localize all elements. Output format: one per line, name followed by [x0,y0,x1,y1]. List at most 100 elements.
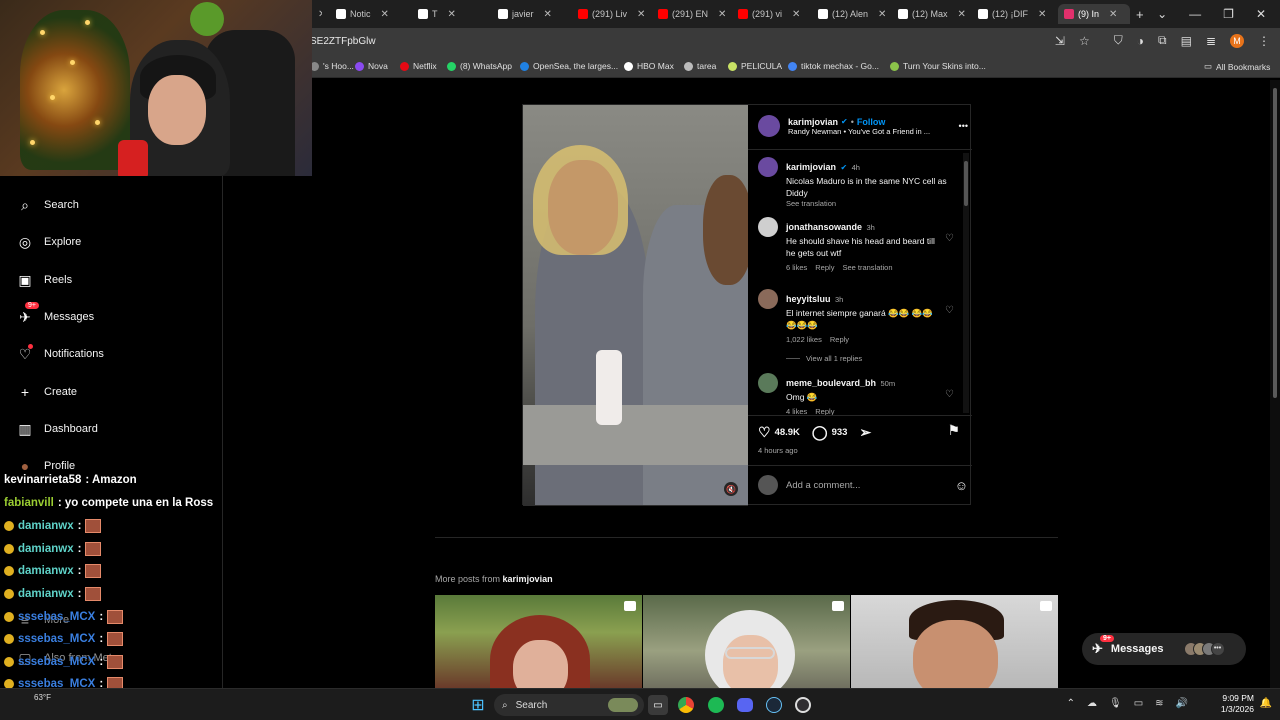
see-translation-link[interactable]: See translation [842,263,892,272]
sidebar-item-explore[interactable]: ◎ Explore [16,233,81,251]
restore-icon[interactable]: ❐ [1223,7,1234,21]
media-icon[interactable]: ≣ [1206,34,1216,48]
tab-close-icon[interactable]: ✕ [448,9,456,20]
commenter-username[interactable]: heyyitsluu [786,294,831,304]
comment-like-icon[interactable]: ♡ [945,305,954,316]
page-scrollbar[interactable] [1270,80,1280,688]
post-video[interactable]: 🔇 [523,105,748,506]
bookmark-item[interactable]: HBO Max [624,61,674,71]
bookmark-item[interactable]: (8) WhatsApp [447,61,512,71]
follow-button[interactable]: Follow [857,117,886,127]
comment-likes[interactable]: 6 likes [786,263,807,272]
comment-icon[interactable]: ◯ [812,424,828,441]
new-tab-button[interactable]: + [1136,4,1144,24]
tab-close-icon[interactable]: ✕ [718,9,726,20]
install-icon[interactable]: ⇲ [1055,34,1065,48]
like-count[interactable]: 48.9K [775,427,800,438]
kebab-menu-icon[interactable]: ⋮ [1258,34,1270,48]
audio-track[interactable]: Randy Newman • You've Got a Friend in ..… [788,127,951,136]
tab-close-icon[interactable]: ✕ [958,9,966,20]
obs-icon[interactable] [793,695,813,715]
tab-close-icon[interactable]: ✕ [312,4,322,24]
sidebar-item-reels[interactable]: ▣ Reels [16,271,72,289]
tab-close-icon[interactable]: ✕ [1109,9,1117,20]
more-posts-username[interactable]: karimjovian [503,574,553,584]
tab-close-icon[interactable]: ✕ [544,9,552,20]
caption-username[interactable]: karimjovian [786,162,836,172]
browser-tab[interactable]: (291) vi ✕ [738,4,810,24]
sidebar-item-messages[interactable]: ✈ 9+ Messages [16,302,94,326]
star-icon[interactable]: ☆ [1079,34,1090,48]
reply-link[interactable]: Reply [815,263,834,272]
sidepanel-icon[interactable]: ▤ [1181,34,1192,48]
extension-icon[interactable]: ◑ [1137,34,1144,48]
browser-tab[interactable]: (291) EN ✕ [658,4,730,24]
chevron-down-icon[interactable]: ⌄ [1157,7,1167,21]
taskbar-search[interactable]: ⌕ Search [494,694,644,716]
mute-icon[interactable]: 🔇 [724,482,738,496]
more-options-icon[interactable]: ••• [959,121,968,131]
wifi-icon[interactable]: ≋ [1155,698,1163,709]
author-avatar[interactable] [758,115,780,137]
profile-avatar[interactable]: M [1230,33,1244,48]
comments-scrollbar[interactable] [963,153,969,413]
commenter-avatar[interactable] [758,217,778,237]
minimize-icon[interactable]: — [1189,7,1201,21]
browser-tab[interactable]: (12) Alen ✕ [818,4,890,24]
steam-icon[interactable] [764,695,784,715]
like-icon[interactable]: ♡ [758,424,771,441]
view-replies-link[interactable]: View all 1 replies [806,354,862,363]
browser-tab[interactable]: (12) Max ✕ [898,4,970,24]
caption-avatar[interactable] [758,157,778,177]
bookmark-item[interactable]: PELICULA [728,61,782,71]
commenter-avatar[interactable] [758,289,778,309]
all-bookmarks[interactable]: ▭ All Bookmarks [1204,61,1270,72]
display-icon[interactable]: ▭ [1134,698,1143,709]
reply-link[interactable]: Reply [830,335,849,344]
weather-widget[interactable]: 63°F [34,693,51,702]
chevron-up-icon[interactable]: ⌃ [1067,698,1075,709]
browser-tab[interactable]: (9) In ✕ [1058,4,1130,24]
volume-icon[interactable]: 🔊 [1176,698,1188,709]
comment-like-icon[interactable]: ♡ [945,233,954,244]
mic-icon[interactable]: 🎙 [1109,698,1122,709]
sidebar-item-dashboard[interactable]: ▥ Dashboard [16,420,97,438]
sidebar-item-search[interactable]: ⌕ Search [16,196,79,214]
bookmark-item[interactable]: tiktok mechax - Go... [788,61,879,71]
bookmark-item[interactable]: Nova [355,61,388,71]
discord-icon[interactable] [735,695,755,715]
add-comment-input[interactable]: Add a comment... [786,480,947,491]
share-icon[interactable]: ➢ [859,424,871,441]
sidebar-item-create[interactable]: + Create [16,383,77,401]
close-icon[interactable]: ✕ [1256,7,1266,21]
shield-icon[interactable]: ⛉ [1114,33,1123,48]
clock[interactable]: 9:09 PM 1/3/2026 [1221,693,1254,715]
tab-close-icon[interactable]: ✕ [792,9,800,20]
tab-close-icon[interactable]: ✕ [381,9,389,20]
browser-tab[interactable]: (12) ¡DIF ✕ [978,4,1050,24]
see-translation-link[interactable]: See translation [786,199,951,208]
post-thumbnail[interactable] [643,595,850,688]
bookmark-icon[interactable]: ⚑ [947,422,960,439]
post-thumbnail[interactable] [435,595,642,688]
author-username[interactable]: karimjovian [788,117,838,127]
sidebar-item-notifications[interactable]: ♡ Notifications [16,344,104,363]
sidebar-item-profile[interactable]: ● Profile [16,457,75,475]
puzzle-icon[interactable]: ⧉ [1158,33,1167,48]
post-thumbnail[interactable] [851,595,1058,688]
bookmark-item[interactable]: 's Hoo... [310,61,354,71]
emoji-icon[interactable]: ☺ [955,478,968,493]
commenter-avatar[interactable] [758,373,778,393]
bookmark-item[interactable]: Turn Your Skins into... [890,61,986,71]
messages-pill[interactable]: ✈ 9+ Messages ••• [1082,633,1246,665]
comment-like-icon[interactable]: ♡ [945,389,954,400]
notification-bell-icon[interactable]: 🔔 [1260,698,1272,709]
spotify-icon[interactable] [706,695,726,715]
browser-tab[interactable]: javier ✕ [498,4,568,24]
tab-close-icon[interactable]: ✕ [878,9,886,20]
bookmark-item[interactable]: Netflix [400,61,437,71]
bookmark-item[interactable]: tarea [684,61,716,71]
cloud-icon[interactable]: ☁ [1087,698,1097,709]
comment-likes[interactable]: 1,022 likes [786,335,822,344]
tab-close-icon[interactable]: ✕ [1038,9,1046,20]
